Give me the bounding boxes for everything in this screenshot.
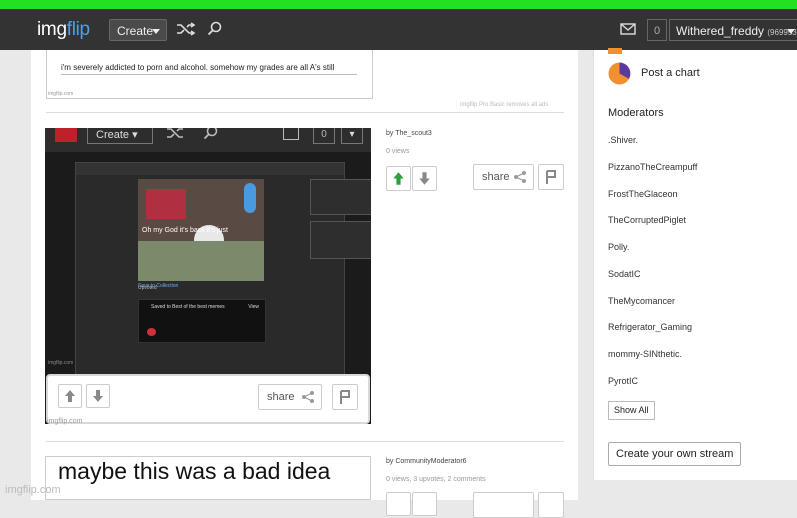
photo-family-area bbox=[138, 241, 264, 281]
moderator-link[interactable]: .Shiver. bbox=[608, 135, 638, 145]
create-stream-button[interactable]: Create your own stream bbox=[608, 442, 742, 466]
nested-tool-panel bbox=[310, 179, 371, 215]
flag-button[interactable] bbox=[538, 492, 564, 518]
moderator-link[interactable]: TheCorruptedPiglet bbox=[608, 215, 686, 225]
page-watermark: imgflip.com bbox=[5, 484, 61, 496]
post-chart-link[interactable]: Post a chart bbox=[641, 67, 700, 79]
logo-text-flip: flip bbox=[66, 19, 90, 40]
blue-slider bbox=[244, 183, 256, 213]
meme-caption: maybe this was a bad idea bbox=[58, 458, 331, 484]
arrow-down-icon bbox=[419, 172, 430, 185]
post-author-link[interactable]: CommunityModerator6 bbox=[395, 458, 466, 465]
heart-icon bbox=[147, 328, 156, 336]
meme-image-3[interactable]: maybe this was a bad idea bbox=[45, 456, 371, 500]
share-icon bbox=[302, 391, 314, 403]
arrow-up-icon bbox=[393, 172, 404, 185]
by-label: by bbox=[386, 458, 394, 465]
arrow-down-icon bbox=[93, 390, 103, 402]
mail-icon[interactable] bbox=[620, 23, 636, 35]
moderator-link[interactable]: Polly. bbox=[608, 242, 629, 252]
post-author-link[interactable]: The_scout3 bbox=[395, 130, 432, 137]
embedded-flag-button bbox=[332, 384, 358, 410]
moderator-link[interactable]: FrostTheGlaceon bbox=[608, 189, 678, 199]
chevron-down-icon bbox=[787, 29, 795, 34]
embedded-share-label: share bbox=[267, 391, 295, 403]
flag-icon bbox=[546, 170, 556, 184]
shuffle-icon[interactable] bbox=[176, 22, 196, 36]
meme-image-1[interactable]: i'm severely addicted to porn and alcoho… bbox=[46, 50, 373, 99]
embedded-share-button: share bbox=[258, 384, 322, 410]
screenshot-count: 0 bbox=[313, 128, 335, 144]
embedded-upvote-button bbox=[58, 384, 82, 408]
moderator-link[interactable]: SodatIC bbox=[608, 269, 641, 279]
post-stats: 0 views, 3 upvotes, 2 comments bbox=[386, 476, 486, 483]
moderator-link[interactable]: TheMycomancer bbox=[608, 296, 675, 306]
meme-watermark: imgflip.com bbox=[48, 91, 74, 97]
embedded-watermark: imgflip.com bbox=[47, 418, 83, 425]
embedded-post-card: share bbox=[46, 374, 370, 424]
show-all-button[interactable]: Show All bbox=[608, 401, 655, 420]
embedded-downvote-button bbox=[86, 384, 110, 408]
downvote-button[interactable] bbox=[412, 492, 437, 516]
chevron-down-icon: ▾ bbox=[341, 128, 363, 144]
moderators-heading: Moderators bbox=[608, 107, 664, 119]
caption-underline bbox=[61, 74, 357, 75]
moderator-link[interactable]: PyrotIC bbox=[608, 376, 638, 386]
pie-chart-icon[interactable] bbox=[608, 62, 631, 85]
chevron-down-icon: ▾ bbox=[132, 129, 138, 141]
nested-info-panel bbox=[310, 221, 371, 259]
top-stripe bbox=[0, 0, 797, 9]
shuffle-icon bbox=[167, 128, 183, 138]
logo-text-img: img bbox=[37, 19, 67, 40]
user-menu[interactable]: Withered_freddy (969953) bbox=[669, 19, 797, 41]
photo-red-block bbox=[146, 189, 186, 219]
flag-button[interactable] bbox=[538, 164, 564, 190]
search-icon[interactable] bbox=[207, 21, 223, 37]
moderator-link[interactable]: Refrigerator_Gaming bbox=[608, 322, 692, 332]
post-divider bbox=[46, 441, 564, 442]
red-logo-fragment bbox=[55, 128, 77, 142]
notification-count[interactable]: 0 bbox=[647, 19, 667, 41]
screenshot-create-button: Create ▾ bbox=[87, 128, 153, 144]
chevron-down-icon bbox=[152, 29, 160, 34]
upvote-button[interactable] bbox=[386, 166, 411, 191]
by-label: by bbox=[386, 130, 394, 137]
arrow-up-icon bbox=[65, 390, 75, 402]
moderator-link[interactable]: PizzanoTheCreampuff bbox=[608, 162, 697, 172]
username: Withered_freddy bbox=[676, 24, 765, 38]
share-button[interactable] bbox=[473, 492, 534, 518]
nested-saved-text: Saved to Best of the best memes bbox=[151, 304, 225, 310]
chart-icon-fragment bbox=[608, 48, 622, 54]
share-label: share bbox=[482, 171, 510, 183]
downvote-button[interactable] bbox=[412, 166, 437, 191]
share-icon bbox=[514, 171, 526, 183]
post-author-line: by CommunityModerator6 bbox=[386, 458, 467, 465]
post-divider bbox=[46, 112, 564, 113]
nested-caption: Oh my God it's back it's just bbox=[142, 227, 228, 234]
post-stats: 0 views bbox=[386, 148, 410, 155]
nested-navbar bbox=[76, 163, 344, 175]
share-button[interactable]: share bbox=[473, 164, 534, 190]
nested-meme-photo: Oh my God it's back it's just bbox=[138, 179, 264, 281]
post-author-line: by The_scout3 bbox=[386, 130, 432, 137]
nested-view-link: View bbox=[248, 304, 259, 310]
upvote-button[interactable] bbox=[386, 492, 411, 516]
moderator-link[interactable]: mommy-SINthetic. bbox=[608, 349, 682, 359]
pro-note: imgflip Pro Basic removes all ads bbox=[460, 102, 549, 108]
meme-caption: i'm severely addicted to porn and alcoho… bbox=[61, 63, 335, 72]
flag-icon bbox=[340, 390, 350, 404]
create-label: Create bbox=[117, 24, 154, 38]
create-menu-button[interactable]: Create bbox=[109, 19, 167, 41]
nested-upvoted: Upvoted bbox=[138, 285, 157, 291]
search-icon bbox=[203, 128, 218, 140]
screenshot-create-label: Create bbox=[96, 129, 130, 141]
meme-watermark: imgflip.com bbox=[48, 360, 74, 366]
mail-icon bbox=[283, 128, 299, 140]
screenshot-navbar: Create ▾ 0 ▾ bbox=[45, 128, 371, 152]
nested-saved-bar: Saved to Best of the best memes View bbox=[138, 299, 266, 343]
imgflip-logo[interactable]: imgflip bbox=[37, 19, 90, 41]
